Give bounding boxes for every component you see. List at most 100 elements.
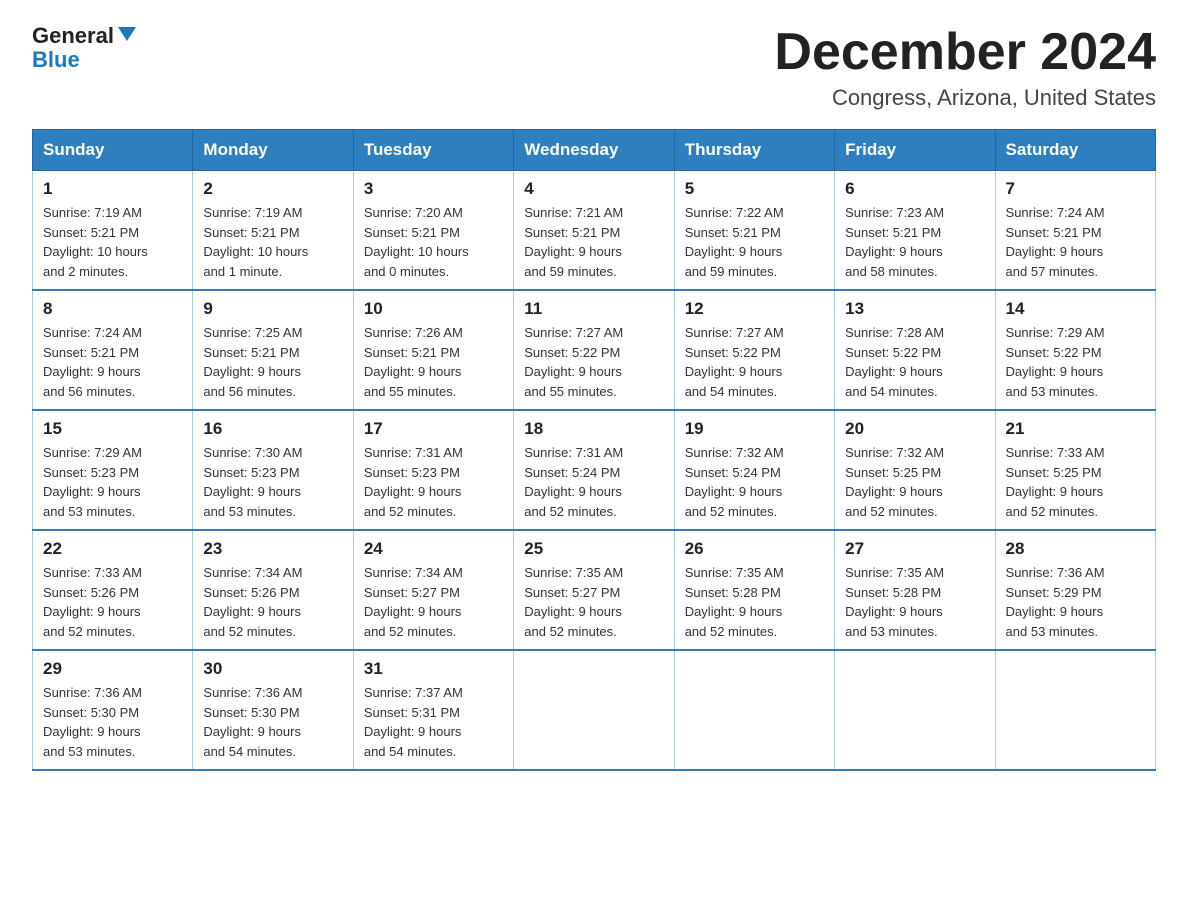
day-info: Sunrise: 7:31 AMSunset: 5:23 PMDaylight:… [364,443,503,521]
day-number: 20 [845,419,984,439]
day-number: 1 [43,179,182,199]
table-row: 17 Sunrise: 7:31 AMSunset: 5:23 PMDayligh… [353,410,513,530]
day-number: 5 [685,179,824,199]
day-info: Sunrise: 7:24 AMSunset: 5:21 PMDaylight:… [1006,203,1145,281]
day-info: Sunrise: 7:33 AMSunset: 5:26 PMDaylight:… [43,563,182,641]
day-info: Sunrise: 7:33 AMSunset: 5:25 PMDaylight:… [1006,443,1145,521]
day-info: Sunrise: 7:23 AMSunset: 5:21 PMDaylight:… [845,203,984,281]
table-row: 12 Sunrise: 7:27 AMSunset: 5:22 PMDayligh… [674,290,834,410]
day-number: 4 [524,179,663,199]
day-info: Sunrise: 7:19 AMSunset: 5:21 PMDaylight:… [43,203,182,281]
table-row [514,650,674,770]
table-row: 18 Sunrise: 7:31 AMSunset: 5:24 PMDayligh… [514,410,674,530]
table-row: 30Sunrise: 7:36 AMSunset: 5:30 PMDayligh… [193,650,353,770]
day-info: Sunrise: 7:32 AMSunset: 5:24 PMDaylight:… [685,443,824,521]
day-number: 12 [685,299,824,319]
day-number: 31 [364,659,503,679]
table-row: 4Sunrise: 7:21 AMSunset: 5:21 PMDaylight… [514,171,674,291]
day-number: 24 [364,539,503,559]
day-info: Sunrise: 7:37 AMSunset: 5:31 PMDaylight:… [364,683,503,761]
table-row: 7 Sunrise: 7:24 AMSunset: 5:21 PMDaylight… [995,171,1155,291]
day-info: Sunrise: 7:36 AMSunset: 5:30 PMDaylight:… [203,683,342,761]
logo-triangle-icon [118,27,136,41]
page-subtitle: Congress, Arizona, United States [774,85,1156,111]
day-number: 19 [685,419,824,439]
day-number: 14 [1006,299,1145,319]
day-number: 16 [203,419,342,439]
day-info: Sunrise: 7:27 AMSunset: 5:22 PMDaylight:… [685,323,824,401]
logo-blue: Blue [32,48,80,72]
table-row: 20Sunrise: 7:32 AMSunset: 5:25 PMDayligh… [835,410,995,530]
day-number: 17 [364,419,503,439]
table-row: 1 Sunrise: 7:19 AMSunset: 5:21 PMDaylight… [33,171,193,291]
table-row: 27 Sunrise: 7:35 AMSunset: 5:28 PMDayligh… [835,530,995,650]
title-block: December 2024 Congress, Arizona, United … [774,24,1156,111]
day-info: Sunrise: 7:31 AMSunset: 5:24 PMDaylight:… [524,443,663,521]
day-info: Sunrise: 7:35 AMSunset: 5:28 PMDaylight:… [685,563,824,641]
day-info: Sunrise: 7:30 AMSunset: 5:23 PMDaylight:… [203,443,342,521]
table-row: 9 Sunrise: 7:25 AMSunset: 5:21 PMDaylight… [193,290,353,410]
table-row: 10 Sunrise: 7:26 AMSunset: 5:21 PMDayligh… [353,290,513,410]
day-number: 9 [203,299,342,319]
day-number: 22 [43,539,182,559]
day-number: 18 [524,419,663,439]
page-title: December 2024 [774,24,1156,81]
header-tuesday: Tuesday [353,130,513,171]
calendar-week-row: 8 Sunrise: 7:24 AMSunset: 5:21 PMDaylight… [33,290,1156,410]
day-number: 25 [524,539,663,559]
table-row: 6 Sunrise: 7:23 AMSunset: 5:21 PMDaylight… [835,171,995,291]
day-number: 26 [685,539,824,559]
day-info: Sunrise: 7:35 AMSunset: 5:28 PMDaylight:… [845,563,984,641]
day-info: Sunrise: 7:34 AMSunset: 5:26 PMDaylight:… [203,563,342,641]
header-wednesday: Wednesday [514,130,674,171]
day-number: 3 [364,179,503,199]
table-row: 19 Sunrise: 7:32 AMSunset: 5:24 PMDayligh… [674,410,834,530]
table-row: 2 Sunrise: 7:19 AMSunset: 5:21 PMDaylight… [193,171,353,291]
header-saturday: Saturday [995,130,1155,171]
table-row: 25 Sunrise: 7:35 AMSunset: 5:27 PMDayligh… [514,530,674,650]
day-number: 11 [524,299,663,319]
day-info: Sunrise: 7:20 AMSunset: 5:21 PMDaylight:… [364,203,503,281]
header-friday: Friday [835,130,995,171]
table-row: 29 Sunrise: 7:36 AMSunset: 5:30 PMDayligh… [33,650,193,770]
calendar-week-row: 22 Sunrise: 7:33 AMSunset: 5:26 PMDayligh… [33,530,1156,650]
header-monday: Monday [193,130,353,171]
day-info: Sunrise: 7:27 AMSunset: 5:22 PMDaylight:… [524,323,663,401]
header-thursday: Thursday [674,130,834,171]
table-row: 15Sunrise: 7:29 AMSunset: 5:23 PMDayligh… [33,410,193,530]
day-info: Sunrise: 7:36 AMSunset: 5:29 PMDaylight:… [1006,563,1145,641]
day-info: Sunrise: 7:36 AMSunset: 5:30 PMDaylight:… [43,683,182,761]
day-number: 23 [203,539,342,559]
table-row: 22 Sunrise: 7:33 AMSunset: 5:26 PMDayligh… [33,530,193,650]
day-info: Sunrise: 7:29 AMSunset: 5:23 PMDaylight:… [43,443,182,521]
calendar-header-row: Sunday Monday Tuesday Wednesday Thursday… [33,130,1156,171]
logo-general: General [32,24,114,48]
day-number: 27 [845,539,984,559]
day-info: Sunrise: 7:35 AMSunset: 5:27 PMDaylight:… [524,563,663,641]
day-number: 2 [203,179,342,199]
day-number: 10 [364,299,503,319]
table-row [835,650,995,770]
day-number: 29 [43,659,182,679]
table-row: 3 Sunrise: 7:20 AMSunset: 5:21 PMDaylight… [353,171,513,291]
table-row: 13 Sunrise: 7:28 AMSunset: 5:22 PMDayligh… [835,290,995,410]
table-row [995,650,1155,770]
table-row [674,650,834,770]
day-info: Sunrise: 7:24 AMSunset: 5:21 PMDaylight:… [43,323,182,401]
day-number: 7 [1006,179,1145,199]
day-number: 21 [1006,419,1145,439]
calendar-table: Sunday Monday Tuesday Wednesday Thursday… [32,129,1156,771]
day-info: Sunrise: 7:28 AMSunset: 5:22 PMDaylight:… [845,323,984,401]
table-row: 5 Sunrise: 7:22 AMSunset: 5:21 PMDaylight… [674,171,834,291]
day-number: 28 [1006,539,1145,559]
day-info: Sunrise: 7:25 AMSunset: 5:21 PMDaylight:… [203,323,342,401]
day-info: Sunrise: 7:22 AMSunset: 5:21 PMDaylight:… [685,203,824,281]
table-row: 28 Sunrise: 7:36 AMSunset: 5:29 PMDayligh… [995,530,1155,650]
day-number: 8 [43,299,182,319]
day-number: 6 [845,179,984,199]
day-number: 13 [845,299,984,319]
page: General Blue December 2024 Congress, Ari… [0,0,1188,803]
table-row: 14Sunrise: 7:29 AMSunset: 5:22 PMDayligh… [995,290,1155,410]
day-info: Sunrise: 7:19 AMSunset: 5:21 PMDaylight:… [203,203,342,281]
day-info: Sunrise: 7:26 AMSunset: 5:21 PMDaylight:… [364,323,503,401]
